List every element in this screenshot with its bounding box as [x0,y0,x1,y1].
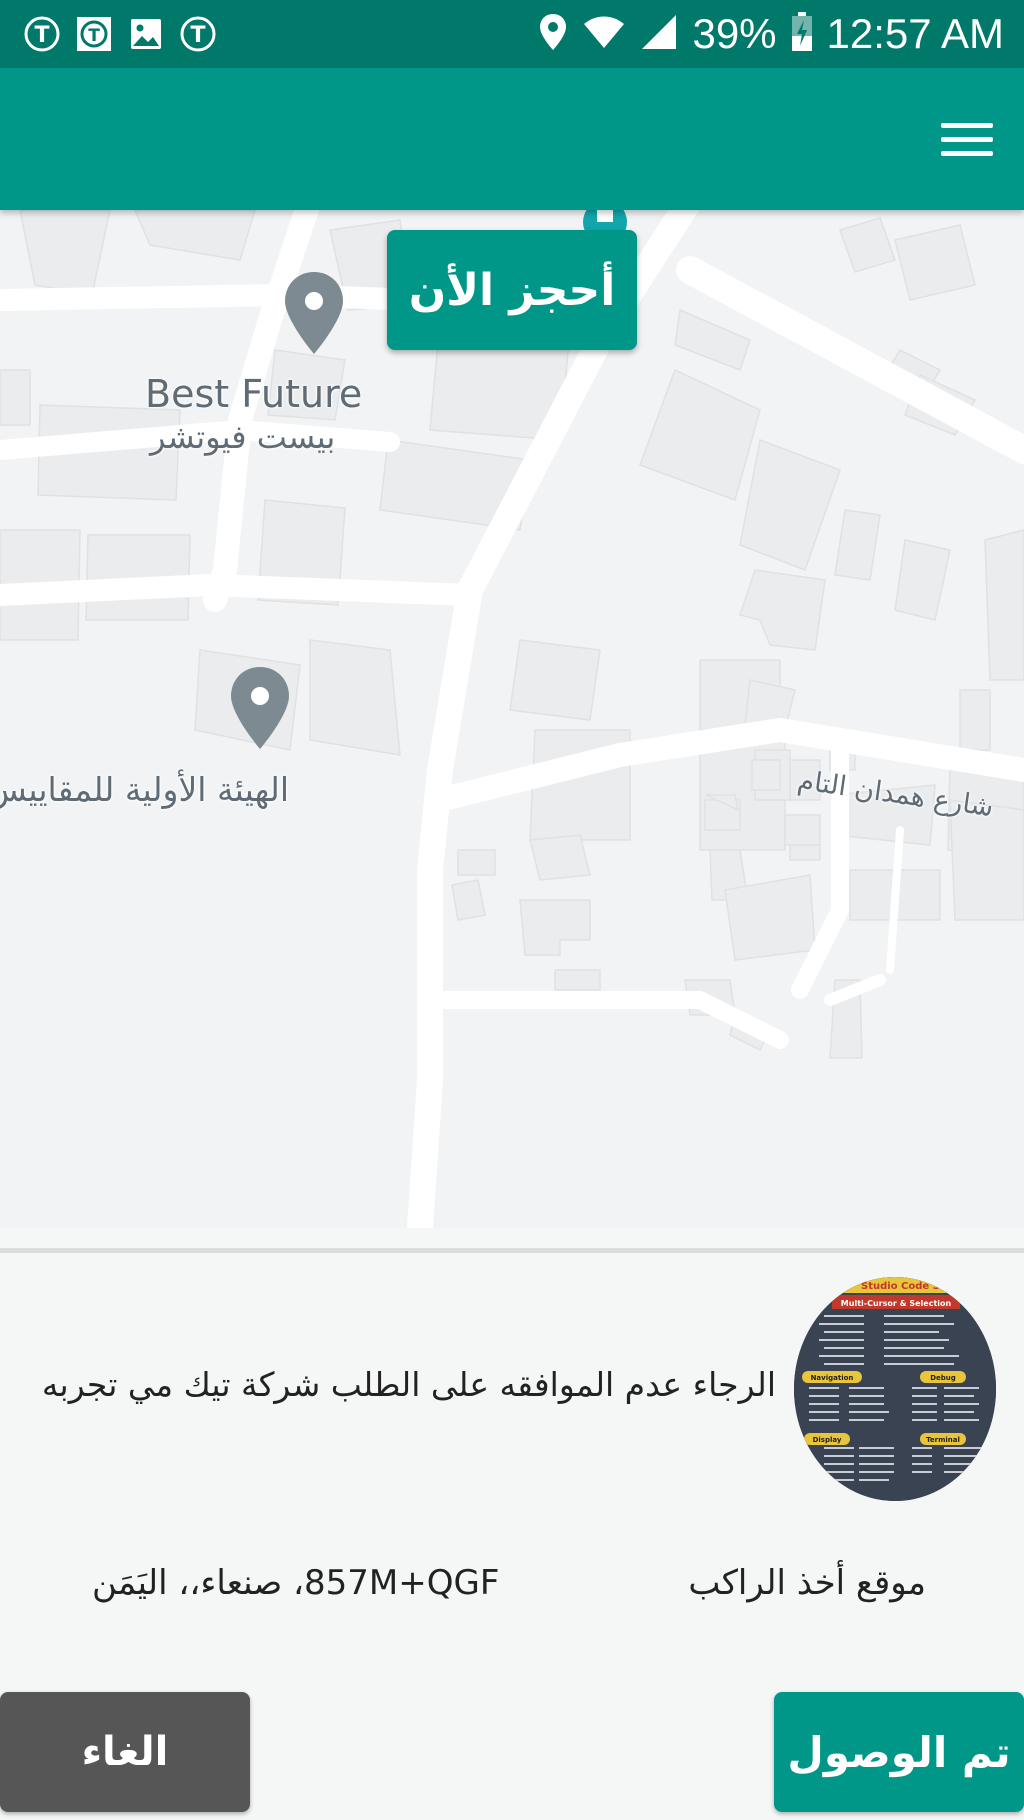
place-label-ar: الهيئة الأولية للمقاييس [0,770,289,809]
svg-text:Display: Display [813,1436,842,1444]
svg-text:Navigation: Navigation [811,1374,854,1382]
avatar: Studio Code Sh Multi-Cursor & Selection … [794,1277,996,1501]
map-canvas [0,210,1024,1228]
svg-text:Debug: Debug [930,1374,956,1382]
pickup-location-label: موقع أخذ الراكب [688,1563,926,1603]
svg-text:T: T [34,23,49,48]
location-icon [538,12,568,56]
arrived-button[interactable]: تم الوصول [774,1692,1024,1812]
svg-text:Multi-Cursor & Selection: Multi-Cursor & Selection [841,1299,952,1308]
battery-charging-icon [791,12,813,56]
wifi-icon [582,14,626,54]
battery-percent: 39% [692,10,777,57]
svg-text:Terminal: Terminal [926,1436,960,1444]
notice-text: الرجاء عدم الموافقه على الطلب شركة تيك م… [41,1365,776,1404]
status-bar: T T T 39% 12:57 AM [0,0,1024,68]
book-now-button[interactable]: أحجز الأن [387,230,637,350]
t-circle-icon: T [22,14,62,54]
t-square-icon: T [74,14,114,54]
app-bar [0,68,1024,210]
map-view[interactable]: Best Future بيست فيوتشر الهيئة الأولية ل… [0,210,1024,1228]
svg-text:T: T [190,23,205,48]
cancel-button[interactable]: الغاء [0,1692,250,1812]
svg-text:T: T [88,26,100,46]
t-circle-icon: T [178,14,218,54]
place-label-en: Best Future [145,372,363,416]
place-label-ar: بيست فيوتشر [150,418,336,456]
clock: 12:57 AM [826,10,1004,57]
hamburger-menu-icon[interactable] [936,108,998,170]
image-icon [126,14,166,54]
signal-icon [640,13,678,55]
pickup-address: 857M+QGF، صنعاء،، اليَمَن [92,1563,500,1603]
